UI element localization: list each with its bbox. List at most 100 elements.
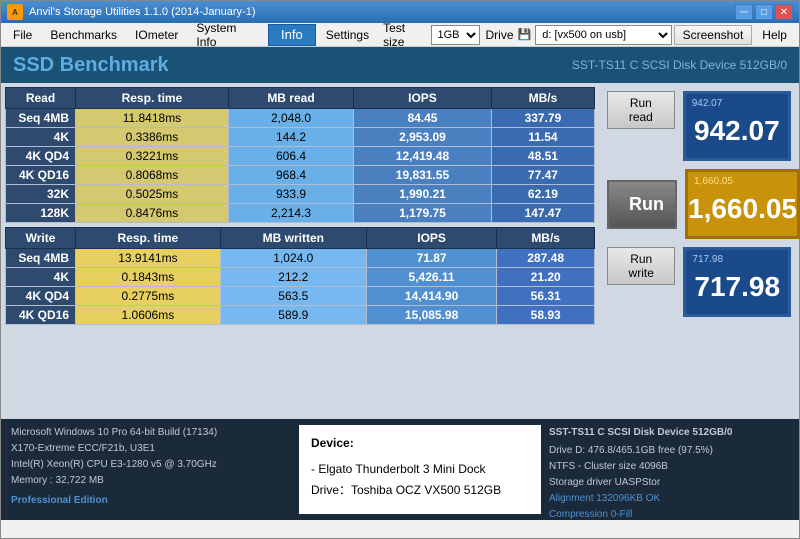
menu-system-info[interactable]: System Info xyxy=(188,19,266,51)
read-col-iops: IOPS xyxy=(354,88,492,109)
run-write-row: Run write 717.98 717.98 xyxy=(607,247,791,317)
label-32k-read: 32K xyxy=(6,185,76,204)
mbs-seq4mb-write: 287.48 xyxy=(497,249,595,268)
write-row-4k: 4K 0.1843ms 212.2 5,426.11 21.20 xyxy=(6,268,595,287)
drive-line: Drive：Toshiba OCZ VX500 512GB xyxy=(311,480,529,502)
write-score-box: 717.98 717.98 xyxy=(683,247,791,317)
label-4kqd4-write: 4K QD4 xyxy=(6,287,76,306)
iops-4k-write: 5,426.11 xyxy=(366,268,496,287)
minimize-button[interactable]: ─ xyxy=(735,4,753,20)
resp-4kqd16-read: 0.8068ms xyxy=(76,166,229,185)
fs-info: NTFS - Cluster size 4096B xyxy=(549,459,789,475)
label-4kqd16-write: 4K QD16 xyxy=(6,306,76,325)
mb-4kqd16-write: 589.9 xyxy=(220,306,366,325)
iops-4kqd16-read: 19,831.55 xyxy=(354,166,492,185)
mb-4kqd4-read: 606.4 xyxy=(228,147,353,166)
label-seq4mb-read: Seq 4MB xyxy=(6,109,76,128)
run-write-button[interactable]: Run write xyxy=(607,247,675,285)
write-col-mb: MB written xyxy=(220,228,366,249)
iops-4kqd4-write: 14,414.90 xyxy=(366,287,496,306)
resp-seq4mb-write: 13.9141ms xyxy=(76,249,221,268)
read-score-small-label: 942.07 xyxy=(692,98,723,109)
device-line1: - Elgato Thunderbolt 3 Mini Dock xyxy=(311,459,529,481)
total-score-value: 1,660.05 xyxy=(688,193,797,225)
sys-info-text: Microsoft Windows 10 Pro 64-bit Build (1… xyxy=(11,425,291,489)
iops-seq4mb-read: 84.45 xyxy=(354,109,492,128)
benchmark-device: SST-TS11 C SCSI Disk Device 512GB/0 xyxy=(572,58,787,72)
label-4k-read: 4K xyxy=(6,128,76,147)
mbs-4kqd4-write: 56.31 xyxy=(497,287,595,306)
write-row-4kqd16: 4K QD16 1.0606ms 589.9 15,085.98 58.93 xyxy=(6,306,595,325)
maximize-button[interactable]: □ xyxy=(755,4,773,20)
iops-32k-read: 1,990.21 xyxy=(354,185,492,204)
write-header-row: Write Resp. time MB written IOPS MB/s xyxy=(6,228,595,249)
benchmark-title: SSD Benchmark xyxy=(13,54,169,77)
menu-help[interactable]: Help xyxy=(754,26,795,44)
read-col-mbs: MB/s xyxy=(491,88,594,109)
resp-4kqd4-write: 0.2775ms xyxy=(76,287,221,306)
alignment-info: Alignment 132096KB OK xyxy=(549,491,789,507)
resp-4k-read: 0.3386ms xyxy=(76,128,229,147)
drive-info: Drive D: 476.8/465.1GB free (97.5%) xyxy=(549,443,789,459)
run-button[interactable]: Run xyxy=(607,180,677,229)
read-row-4k: 4K 0.3386ms 144.2 2,953.09 11.54 xyxy=(6,128,595,147)
drive-icon: 💾 xyxy=(518,28,532,41)
drive-label: Drive xyxy=(486,28,514,42)
compression-link[interactable]: Compression 0-Fill xyxy=(549,509,632,520)
tables-area: Read Resp. time MB read IOPS MB/s Seq 4M… xyxy=(1,83,599,419)
mb-32k-read: 933.9 xyxy=(228,185,353,204)
menu-settings[interactable]: Settings xyxy=(318,26,377,44)
label-seq4mb-write: Seq 4MB xyxy=(6,249,76,268)
menu-iometer[interactable]: IOmeter xyxy=(127,26,186,44)
run-read-row: Run read 942.07 942.07 xyxy=(607,91,791,161)
total-score-box: 1,660.05 1,660.05 xyxy=(685,169,800,239)
read-table: Read Resp. time MB read IOPS MB/s Seq 4M… xyxy=(5,87,595,223)
screenshot-button[interactable]: Screenshot xyxy=(674,25,753,45)
run-read-button[interactable]: Run read xyxy=(607,91,675,129)
mbs-4kqd16-read: 77.47 xyxy=(491,166,594,185)
resp-32k-read: 0.5025ms xyxy=(76,185,229,204)
write-col-label: Write xyxy=(6,228,76,249)
mbs-128k-read: 147.47 xyxy=(491,204,594,223)
read-score-box: 942.07 942.07 xyxy=(683,91,791,161)
label-128k-read: 128K xyxy=(6,204,76,223)
test-size-label: Test size xyxy=(383,21,428,49)
main-content: Read Resp. time MB read IOPS MB/s Seq 4M… xyxy=(1,83,799,419)
info-button[interactable]: Info xyxy=(268,24,316,46)
title-bar-controls: ─ □ ✕ xyxy=(735,4,793,20)
write-col-iops: IOPS xyxy=(366,228,496,249)
close-button[interactable]: ✕ xyxy=(775,4,793,20)
storage-driver: Storage driver UASPStor xyxy=(549,475,789,491)
resp-128k-read: 0.8476ms xyxy=(76,204,229,223)
resp-seq4mb-read: 11.8418ms xyxy=(76,109,229,128)
label-4k-write: 4K xyxy=(6,268,76,287)
drive-select[interactable]: d: [vx500 on usb] xyxy=(535,25,671,45)
mbs-4k-read: 11.54 xyxy=(491,128,594,147)
bottom-right: SST-TS11 C SCSI Disk Device 512GB/0 Driv… xyxy=(549,425,789,514)
mbs-4k-write: 21.20 xyxy=(497,268,595,287)
mbs-4kqd16-write: 58.93 xyxy=(497,306,595,325)
iops-seq4mb-write: 71.87 xyxy=(366,249,496,268)
write-row-seq4mb: Seq 4MB 13.9141ms 1,024.0 71.87 287.48 xyxy=(6,249,595,268)
resp-4kqd16-write: 1.0606ms xyxy=(76,306,221,325)
read-row-4kqd4: 4K QD4 0.3221ms 606.4 12,419.48 48.51 xyxy=(6,147,595,166)
iops-128k-read: 1,179.75 xyxy=(354,204,492,223)
bottom-center: Device: - Elgato Thunderbolt 3 Mini Dock… xyxy=(299,425,541,514)
label-4kqd16-read: 4K QD16 xyxy=(6,166,76,185)
menu-file[interactable]: File xyxy=(5,26,40,44)
test-size-select[interactable]: 1GB xyxy=(431,25,480,45)
write-col-resp: Resp. time xyxy=(76,228,221,249)
read-col-label: Read xyxy=(6,88,76,109)
menu-benchmarks[interactable]: Benchmarks xyxy=(42,26,125,44)
mb-4kqd4-write: 563.5 xyxy=(220,287,366,306)
mbs-4kqd4-read: 48.51 xyxy=(491,147,594,166)
write-table: Write Resp. time MB written IOPS MB/s Se… xyxy=(5,227,595,325)
title-bar-text: Anvil's Storage Utilities 1.1.0 (2014-Ja… xyxy=(29,6,735,18)
run-total-row: Run 1,660.05 1,660.05 xyxy=(607,169,791,239)
bottom-left: Microsoft Windows 10 Pro 64-bit Build (1… xyxy=(11,425,291,514)
write-score-small-label: 717.98 xyxy=(692,254,723,265)
mb-4k-write: 212.2 xyxy=(220,268,366,287)
menu-bar: File Benchmarks IOmeter System Info Info… xyxy=(1,23,799,47)
mbs-seq4mb-read: 337.79 xyxy=(491,109,594,128)
resp-4k-write: 0.1843ms xyxy=(76,268,221,287)
